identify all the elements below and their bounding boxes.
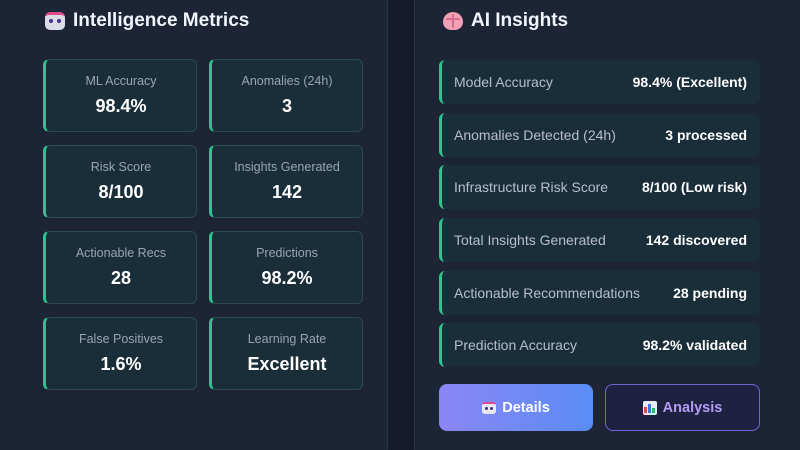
panel-title-text: Intelligence Metrics (73, 10, 250, 31)
metric-card-insights-generated: Insights Generated 142 (209, 145, 363, 218)
details-button-label: Details (502, 399, 550, 416)
metric-label: Actionable Recs (75, 246, 167, 260)
metric-value: 98.2% (261, 268, 313, 288)
insight-value: 28 pending (673, 285, 747, 301)
insight-value: 8/100 (Low risk) (641, 179, 747, 195)
metric-label: Anomalies (24h) (241, 74, 333, 88)
metric-value: 3 (281, 96, 292, 116)
insight-value: 3 processed (665, 127, 747, 143)
metric-value: 8/100 (98, 182, 144, 202)
metric-card-anomalies: Anomalies (24h) 3 (209, 59, 363, 132)
analysis-button[interactable]: Analysis (605, 384, 760, 431)
insight-label: Model Accuracy (454, 74, 553, 90)
metric-label: ML Accuracy (85, 74, 157, 88)
metric-card-predictions: Predictions 98.2% (209, 231, 363, 304)
metric-label: False Positives (78, 332, 164, 346)
panel-title: Intelligence Metrics (45, 8, 249, 34)
insight-value: 142 discovered (645, 232, 747, 248)
metric-card-ml-accuracy: ML Accuracy 98.4% (43, 59, 197, 132)
metric-card-false-positives: False Positives 1.6% (43, 317, 197, 390)
metric-value: 28 (110, 268, 132, 288)
metric-card-risk-score: Risk Score 8/100 (43, 145, 197, 218)
insight-row-recommendations: Actionable Recommendations 28 pending (439, 271, 760, 315)
metric-value: 98.4% (95, 96, 147, 116)
insight-label: Prediction Accuracy (454, 337, 577, 353)
robot-icon (45, 12, 65, 30)
panel-title-text: AI Insights (471, 10, 569, 31)
bar-chart-icon (642, 400, 657, 415)
insight-label: Actionable Recommendations (454, 285, 640, 301)
insight-label: Infrastructure Risk Score (454, 179, 609, 195)
metric-label: Learning Rate (247, 332, 327, 346)
insight-row-anomalies: Anomalies Detected (24h) 3 processed (439, 113, 760, 157)
insight-row-risk-score: Infrastructure Risk Score 8/100 (Low ris… (439, 165, 760, 209)
robot-icon (482, 401, 497, 414)
details-button[interactable]: Details (439, 384, 593, 431)
insight-value: 98.4% (Excellent) (632, 74, 747, 90)
metric-value: Excellent (247, 354, 327, 374)
metric-label: Insights Generated (234, 160, 340, 174)
metric-value: 142 (271, 182, 303, 202)
brain-icon (443, 12, 463, 30)
metric-label: Predictions (256, 246, 318, 260)
insight-row-model-accuracy: Model Accuracy 98.4% (Excellent) (439, 60, 760, 104)
metric-card-learning-rate: Learning Rate Excellent (209, 317, 363, 390)
dashboard: Intelligence Metrics ML Accuracy 98.4% A… (0, 0, 800, 450)
insight-row-prediction-accuracy: Prediction Accuracy 98.2% validated (439, 323, 760, 367)
metric-card-actionable-recs: Actionable Recs 28 (43, 231, 197, 304)
metric-value: 1.6% (100, 354, 142, 374)
insight-label: Anomalies Detected (24h) (454, 127, 616, 143)
analysis-button-label: Analysis (662, 399, 723, 416)
panel-title: AI Insights (443, 8, 568, 34)
metric-label: Risk Score (90, 160, 152, 174)
insight-label: Total Insights Generated (454, 232, 606, 248)
insight-value: 98.2% validated (642, 337, 747, 353)
insight-row-total-insights: Total Insights Generated 142 discovered (439, 218, 760, 262)
